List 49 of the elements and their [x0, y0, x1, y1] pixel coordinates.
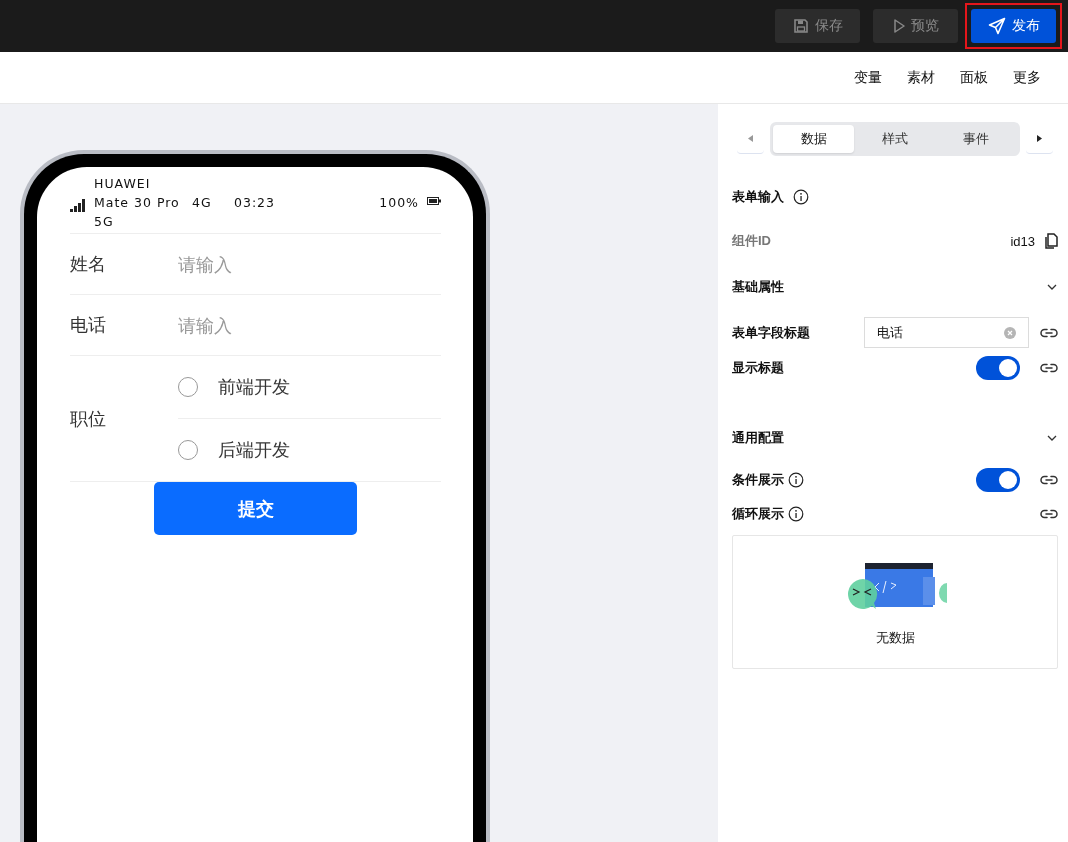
property-label: 显示标题 — [732, 359, 784, 377]
field-label: 姓名 — [70, 252, 107, 276]
signal-icon — [70, 199, 86, 212]
triangle-right-icon — [1037, 135, 1042, 142]
panel-tab[interactable]: 事件 — [935, 125, 1017, 153]
property-label: 循环展示 — [732, 505, 784, 523]
battery-icon — [427, 197, 441, 205]
empty-text: 无数据 — [875, 629, 915, 647]
play-icon — [892, 18, 905, 34]
link-icon[interactable] — [1040, 475, 1058, 485]
battery-percent: 100% — [379, 194, 419, 212]
id-value: id13 — [1010, 233, 1035, 249]
link-icon[interactable] — [1040, 509, 1058, 519]
save-icon — [792, 18, 809, 34]
preview-button[interactable]: 预览 — [873, 9, 958, 43]
text-input[interactable]: 请输入 — [178, 314, 428, 336]
toggle-switch[interactable] — [976, 356, 1020, 380]
carrier-name: HUAWEI Mate 30 Pro 5G — [94, 175, 181, 231]
clear-icon — [1004, 326, 1016, 339]
menu-item[interactable]: 变量 — [854, 68, 882, 87]
status-time: 03:23 — [234, 194, 276, 212]
section-title[interactable]: 通用配置 — [732, 429, 784, 447]
field-label: 职位 — [70, 406, 107, 431]
menu-item[interactable]: 面板 — [960, 68, 988, 87]
copy-icon[interactable] — [1044, 233, 1058, 249]
link-icon[interactable] — [1040, 327, 1058, 338]
panel-tab[interactable]: 数据 — [773, 125, 855, 153]
text-field[interactable]: 电话 — [864, 317, 1029, 348]
radio-label[interactable]: 后端开发 — [218, 438, 290, 462]
menu-item[interactable]: 素材 — [907, 68, 935, 87]
field-label: 电话 — [70, 313, 107, 337]
id-label: 组件ID — [732, 232, 771, 250]
text-input[interactable]: 请输入 — [178, 253, 428, 275]
property-label: 条件展示 — [732, 471, 784, 489]
link-icon[interactable] — [1040, 363, 1058, 373]
info-icon — [793, 189, 809, 205]
section-title[interactable]: 基础属性 — [732, 278, 784, 296]
radio-label[interactable]: 前端开发 — [218, 375, 290, 399]
submit-button[interactable]: 提交 — [154, 482, 357, 535]
network-type: 4G — [192, 194, 213, 212]
menu-item[interactable]: 更多 — [1013, 68, 1041, 87]
panel-tab[interactable]: 样式 — [854, 125, 936, 153]
send-icon — [987, 17, 1006, 35]
component-title: 表单输入 — [732, 188, 784, 206]
property-label: 表单字段标题 — [732, 323, 810, 342]
toggle-switch[interactable] — [976, 468, 1020, 492]
triangle-left-icon — [748, 135, 753, 142]
save-button[interactable]: 保存 — [775, 9, 860, 43]
publish-button[interactable]: 发布 — [971, 9, 1056, 43]
